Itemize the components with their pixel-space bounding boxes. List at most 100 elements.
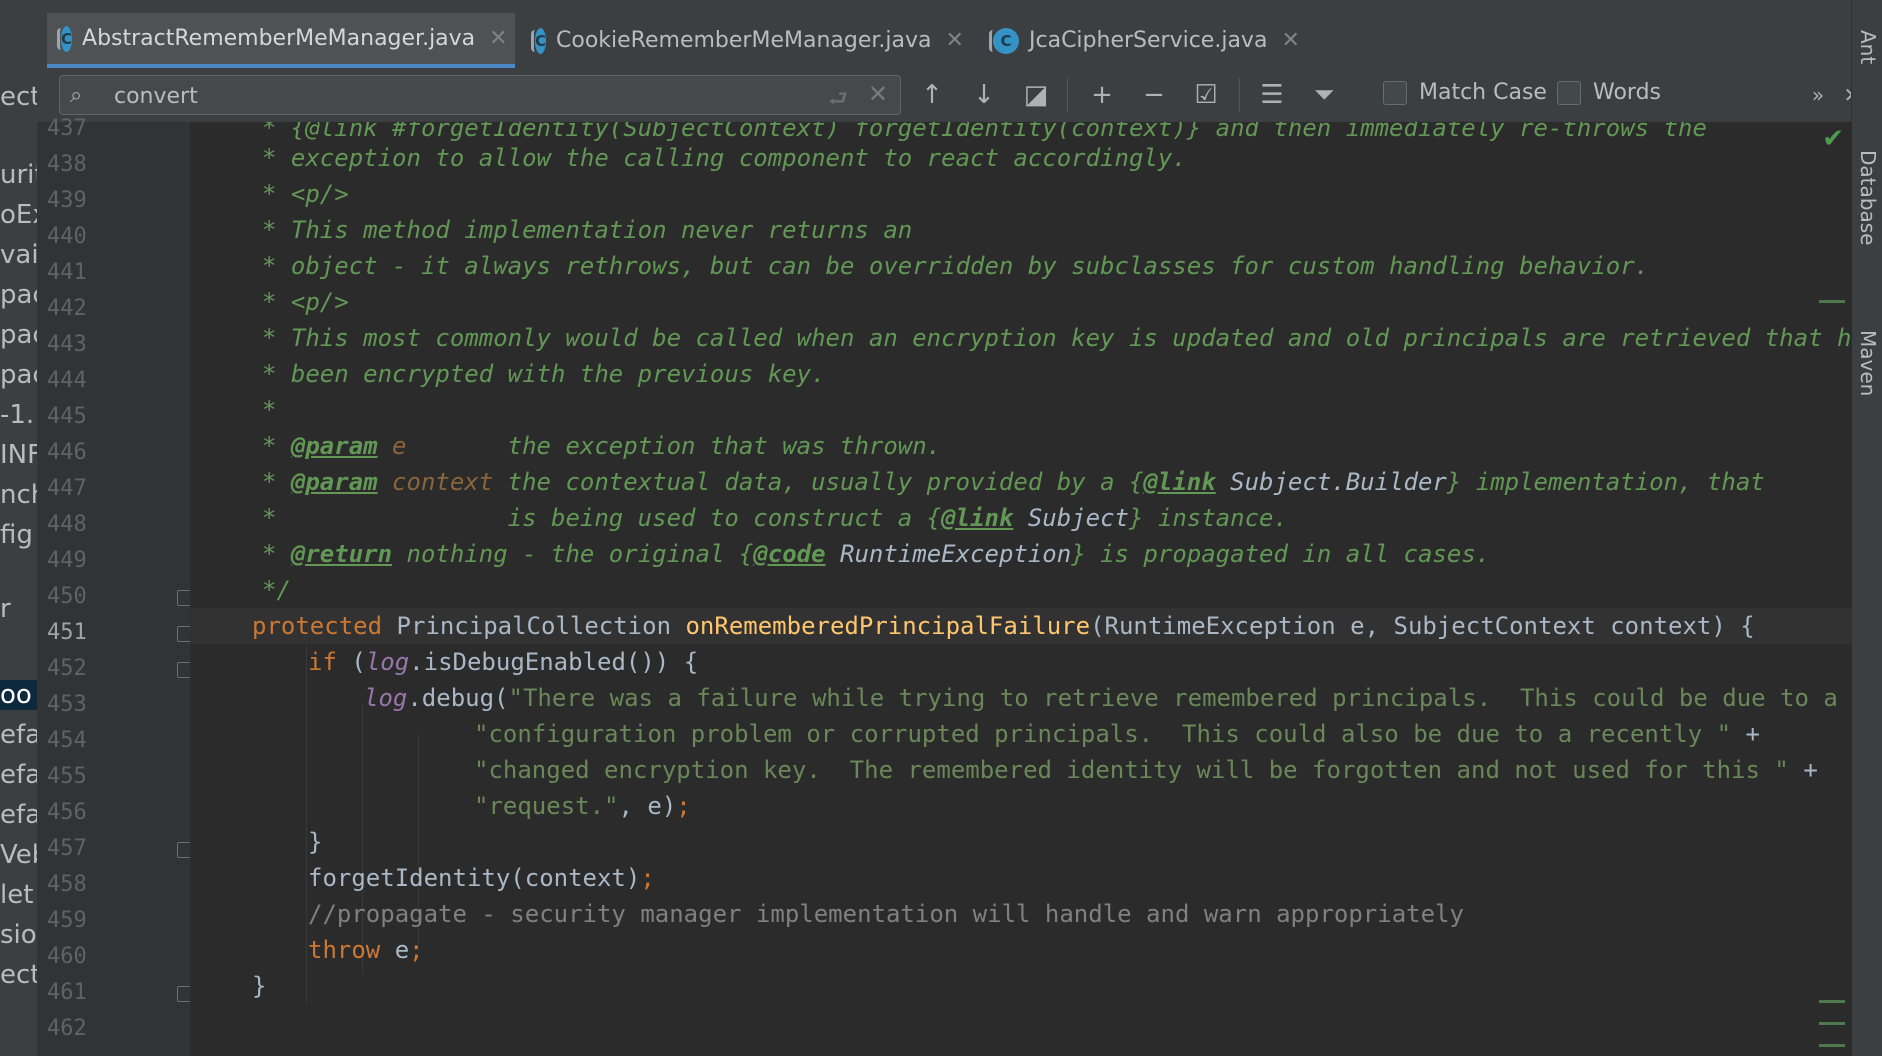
separator	[1067, 78, 1068, 112]
close-tab-icon[interactable]: ✕	[489, 26, 507, 51]
search-input[interactable]	[112, 80, 756, 112]
java-class-icon: C	[989, 27, 1019, 54]
line-number: 448	[47, 512, 87, 537]
project-tree-item-fragment[interactable]: fig	[0, 520, 33, 550]
select-occurrences-icon[interactable]: ☑	[1187, 76, 1225, 114]
code-line-447: * @param context the contextual data, us…	[262, 468, 1765, 496]
code-line-456: "request.", e);	[474, 792, 691, 820]
project-tree-item-fragment[interactable]: sior	[0, 920, 37, 950]
project-tree-item-fragment[interactable]: pac	[0, 280, 37, 310]
project-tree-item-fragment[interactable]: ect	[0, 960, 37, 990]
remove-occurrence-icon[interactable]: −	[1135, 76, 1173, 114]
project-tree-item-fragment[interactable]: oEx	[0, 200, 37, 230]
project-tree-item-fragment[interactable]: Veb	[0, 840, 37, 870]
project-tree-item-fragment[interactable]: vail	[0, 240, 37, 270]
tab-cookie-remember-me-manager[interactable]: C CookieRememberMeManager.java ✕	[521, 13, 965, 68]
code-line-457: }	[308, 828, 323, 856]
search-icon[interactable]: ⌕	[70, 83, 82, 108]
line-number: 446	[47, 440, 87, 465]
project-tree-item-fragment[interactable]: r	[0, 594, 11, 624]
right-tool-window-bar: Ant Database Maven	[1851, 0, 1882, 1056]
add-occurrence-icon[interactable]: +	[1083, 76, 1121, 114]
line-number: 443	[47, 332, 87, 357]
line-number: 445	[47, 404, 87, 429]
code-line-451: protected PrincipalCollection onRemember…	[252, 612, 1755, 640]
previous-occurrence-icon[interactable]: ↑	[913, 76, 951, 114]
code-line-439: * <p/>	[262, 180, 349, 208]
project-tree-item-fragment[interactable]: urit	[0, 160, 37, 190]
project-tree-item-fragment[interactable]: nch	[0, 480, 37, 510]
close-tab-icon[interactable]: ✕	[1281, 28, 1299, 53]
select-all-occurrences-icon[interactable]: ◪	[1017, 76, 1055, 114]
clear-search-icon[interactable]: ✕	[868, 80, 888, 108]
project-tree-item-fragment[interactable]: INF	[0, 440, 37, 470]
java-class-icon: C	[56, 25, 73, 52]
tab-jca-cipher-service[interactable]: C JcaCipherService.java ✕	[979, 13, 1319, 68]
line-number: 439	[47, 188, 87, 213]
error-stripe-mark[interactable]	[1819, 1000, 1845, 1003]
words-label: Words	[1593, 80, 1662, 105]
words-checkbox[interactable]: Words	[1557, 80, 1661, 105]
filter-icon[interactable]: ⏷	[1305, 76, 1343, 114]
code-editor[interactable]: * {@link #forgetIdentity(SubjectContext)…	[190, 122, 1852, 1056]
code-line-442: * <p/>	[262, 288, 349, 316]
error-stripe-mark[interactable]	[1819, 1044, 1845, 1047]
code-line-444: * been encrypted with the previous key.	[262, 360, 826, 388]
project-tree-item-fragment[interactable]: pac	[0, 360, 37, 390]
search-box: ⌕ ⮐ ✕	[59, 75, 901, 115]
code-line-460: throw e;	[308, 936, 424, 964]
project-tree-item-fragment[interactable]: -1.:	[0, 400, 37, 430]
code-line-440: * This method implementation never retur…	[262, 216, 913, 244]
ant-tool-button[interactable]: Ant	[1856, 30, 1880, 64]
project-tree-item-fragment[interactable]: pac	[0, 320, 37, 350]
line-number: 453	[47, 692, 87, 717]
line-number: 455	[47, 764, 87, 789]
code-line-461: }	[252, 972, 267, 1000]
line-number: 458	[47, 872, 87, 897]
code-line-458: forgetIdentity(context);	[308, 864, 655, 892]
line-number: 444	[47, 368, 87, 393]
filter-search-results-icon[interactable]: ☰	[1253, 76, 1291, 114]
more-options-icon[interactable]: »	[1799, 76, 1837, 114]
line-number-gutter: 437 438 439 440 441 442 443 444 445 446 447 448 449 4…	[37, 116, 193, 1056]
line-number: 449	[47, 548, 87, 573]
match-case-label: Match Case	[1419, 80, 1547, 105]
code-line-446: * @param e the exception that was thrown…	[262, 432, 942, 460]
project-tree-item-fragment[interactable]: efa	[0, 800, 37, 830]
line-number: 462	[47, 1016, 87, 1041]
line-number: 440	[47, 224, 87, 249]
line-number: 450	[47, 584, 87, 609]
checkbox-box[interactable]	[1557, 80, 1581, 105]
method-name: onRememberedPrincipalFailure	[685, 612, 1091, 640]
project-tree-item-fragment[interactable]: efa	[0, 760, 37, 790]
project-tree-item-fragment[interactable]: ect	[0, 82, 37, 112]
code-line-449: * @return nothing - the original {@code …	[262, 540, 1491, 568]
tab-label: JcaCipherService.java	[1029, 28, 1268, 53]
code-line-450: */	[262, 576, 291, 604]
maven-tool-button[interactable]: Maven	[1856, 330, 1880, 396]
project-tree-item-fragment[interactable]: let	[0, 880, 33, 910]
line-number: 442	[47, 296, 87, 321]
line-number: 461	[47, 980, 87, 1005]
line-number: 454	[47, 728, 87, 753]
code-line-445: *	[262, 396, 277, 424]
error-stripe-mark[interactable]	[1819, 1022, 1845, 1025]
line-number: 457	[47, 836, 87, 861]
find-bar: ⌕ ⮐ ✕ ↑ ↓ ◪ + − ☑ ☰ ⏷ Match Case Words »…	[37, 68, 1860, 123]
new-line-icon[interactable]: ⮐	[828, 82, 848, 120]
close-tab-icon[interactable]: ✕	[945, 28, 963, 53]
tab-label: CookieRememberMeManager.java	[556, 28, 932, 53]
project-tree-item-fragment[interactable]: efa	[0, 720, 37, 750]
inspection-ok-icon[interactable]: ✔	[1822, 124, 1844, 154]
match-case-checkbox[interactable]: Match Case	[1383, 80, 1547, 105]
editor-tab-bar: C AbstractRememberMeManager.java ✕ C Coo…	[37, 13, 1852, 69]
tab-label: AbstractRememberMeManager.java	[82, 26, 476, 51]
checkbox-box[interactable]	[1383, 80, 1407, 105]
tab-abstract-remember-me-manager[interactable]: C AbstractRememberMeManager.java ✕	[47, 13, 515, 68]
database-tool-button[interactable]: Database	[1856, 150, 1880, 245]
error-stripe-mark[interactable]	[1819, 300, 1845, 303]
separator	[1239, 78, 1240, 112]
code-line-454: "configuration problem or corrupted prin…	[474, 720, 1760, 748]
project-tree-item-fragment[interactable]: oo	[0, 680, 37, 710]
next-occurrence-icon[interactable]: ↓	[965, 76, 1003, 114]
